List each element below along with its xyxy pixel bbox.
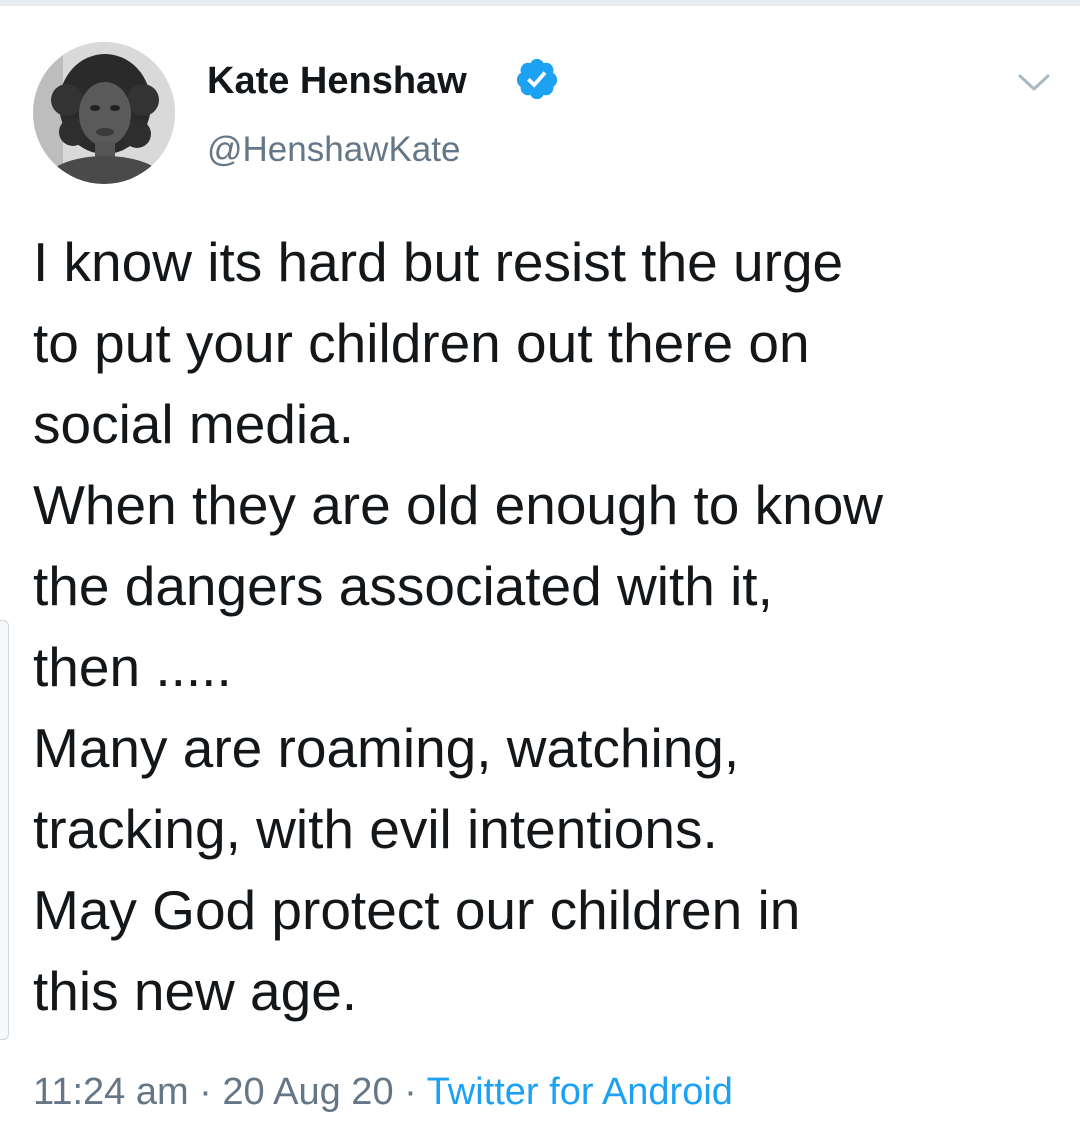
tweet-text-line: the dangers associated with it,: [33, 555, 773, 617]
meta-separator: ·: [393, 1071, 427, 1113]
chevron-down-icon[interactable]: [1012, 62, 1056, 102]
top-divider: [0, 0, 1080, 6]
tweet-text-line: I know its hard but resist the urge: [33, 231, 844, 293]
tweet-text-line: When they are old enough to know: [33, 474, 884, 536]
tweet-time[interactable]: 11:24 am: [33, 1071, 189, 1113]
tweet-text-line: tracking, with evil intentions.: [33, 798, 718, 860]
tweet-metadata: 11:24 am · 20 Aug 20 · Twitter for Andro…: [33, 1066, 733, 1118]
tweet-text-line: Many are roaming, watching,: [33, 717, 740, 779]
avatar[interactable]: [33, 42, 175, 184]
tweet-date[interactable]: 20 Aug 20: [222, 1071, 393, 1113]
verified-badge-icon: [516, 58, 558, 100]
display-name[interactable]: Kate Henshaw: [207, 58, 467, 104]
meta-separator: ·: [188, 1071, 223, 1113]
tweet-text-line: to put your children out there on: [33, 312, 810, 374]
tweet-source-link[interactable]: Twitter for Android: [427, 1071, 733, 1113]
tweet-text-line: then .....: [33, 636, 232, 698]
tweet-text-line: social media.: [33, 393, 354, 455]
user-handle[interactable]: @HenshawKate: [207, 128, 460, 172]
avatar-photo: [33, 42, 175, 184]
tweet-text: I know its hard but resist the urge to p…: [33, 222, 1063, 1032]
tweet-text-line: May God protect our children in: [33, 879, 801, 941]
tweet-text-line: this new age.: [33, 960, 358, 1022]
side-scroll-handle[interactable]: [0, 620, 9, 1040]
